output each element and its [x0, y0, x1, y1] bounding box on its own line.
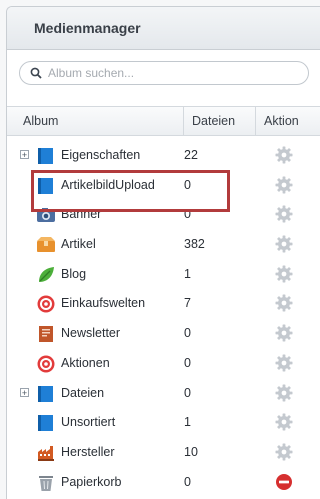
settings-gear-icon[interactable] — [275, 176, 293, 194]
album-file-count: 0 — [184, 355, 191, 370]
album-file-count: 382 — [184, 237, 205, 252]
column-album[interactable]: Album — [23, 107, 58, 135]
search-placeholder: Album suchen... — [48, 66, 135, 80]
album-row[interactable]: Einkaufswelten 7 — [7, 289, 320, 319]
target-icon — [36, 294, 56, 314]
settings-gear-icon[interactable] — [275, 413, 293, 431]
column-action[interactable]: Aktion — [255, 107, 320, 135]
settings-gear-icon[interactable] — [275, 146, 293, 164]
highlight-box — [31, 170, 230, 212]
media-manager-panel: Medienmanager Album suchen... Album Date… — [6, 6, 320, 499]
album-row[interactable]: Newsletter 0 — [7, 319, 320, 349]
album-name: Eigenschaften — [61, 148, 141, 162]
album-name: Hersteller — [61, 444, 115, 459]
album-row[interactable]: + Dateien 0 — [7, 379, 320, 409]
album-file-count: 0 — [184, 474, 191, 489]
album-name: Dateien — [61, 385, 105, 400]
album-name: Unsortiert — [61, 415, 116, 430]
album-row[interactable]: Aktionen 0 — [7, 349, 320, 379]
expand-icon[interactable]: + — [20, 150, 29, 160]
album-row[interactable]: Hersteller 10 — [7, 438, 320, 468]
album-search-input[interactable]: Album suchen... — [19, 61, 309, 85]
panel-header: Medienmanager — [7, 7, 320, 50]
folder-blue-icon — [36, 413, 56, 433]
album-file-count: 22 — [184, 148, 198, 162]
album-row[interactable]: Blog 1 — [7, 260, 320, 290]
folder-blue-icon — [36, 146, 56, 166]
album-row[interactable]: Papierkorb 0 — [7, 468, 320, 498]
album-file-count: 1 — [184, 415, 191, 430]
search-bar: Album suchen... — [7, 50, 320, 96]
album-row[interactable]: + Eigenschaften 22 — [7, 141, 320, 171]
column-files[interactable]: Dateien — [183, 107, 255, 135]
album-row[interactable]: Artikel 382 — [7, 230, 320, 260]
search-icon — [30, 67, 42, 79]
album-file-count: 0 — [184, 385, 191, 400]
target-icon — [36, 354, 56, 374]
leaf-icon — [36, 265, 56, 285]
settings-gear-icon[interactable] — [275, 294, 293, 312]
album-name: Artikel — [61, 237, 96, 252]
settings-gear-icon[interactable] — [275, 324, 293, 342]
album-name: Newsletter — [61, 326, 121, 341]
settings-gear-icon[interactable] — [275, 235, 293, 253]
album-name: Aktionen — [61, 355, 110, 370]
trash-icon — [36, 473, 56, 493]
settings-gear-icon[interactable] — [275, 443, 293, 461]
factory-icon — [36, 443, 56, 463]
panel-title: Medienmanager — [34, 20, 141, 36]
album-name: Papierkorb — [61, 474, 122, 489]
expand-icon[interactable]: + — [20, 387, 29, 397]
album-file-count: 0 — [184, 326, 191, 341]
album-name: Einkaufswelten — [61, 296, 146, 311]
settings-gear-icon[interactable] — [275, 265, 293, 283]
settings-gear-icon[interactable] — [275, 384, 293, 402]
newsletter-icon — [36, 324, 56, 344]
folder-blue-icon — [36, 384, 56, 404]
delete-icon[interactable] — [275, 473, 293, 491]
column-header: Album Dateien Aktion — [7, 106, 320, 136]
album-file-count: 10 — [184, 444, 198, 459]
settings-gear-icon[interactable] — [275, 354, 293, 372]
album-name: Blog — [61, 266, 87, 281]
album-row[interactable]: Unsortiert 1 — [7, 408, 320, 438]
album-file-count: 1 — [184, 266, 191, 281]
album-file-count: 7 — [184, 296, 191, 311]
package-icon — [36, 235, 56, 255]
settings-gear-icon[interactable] — [275, 205, 293, 223]
